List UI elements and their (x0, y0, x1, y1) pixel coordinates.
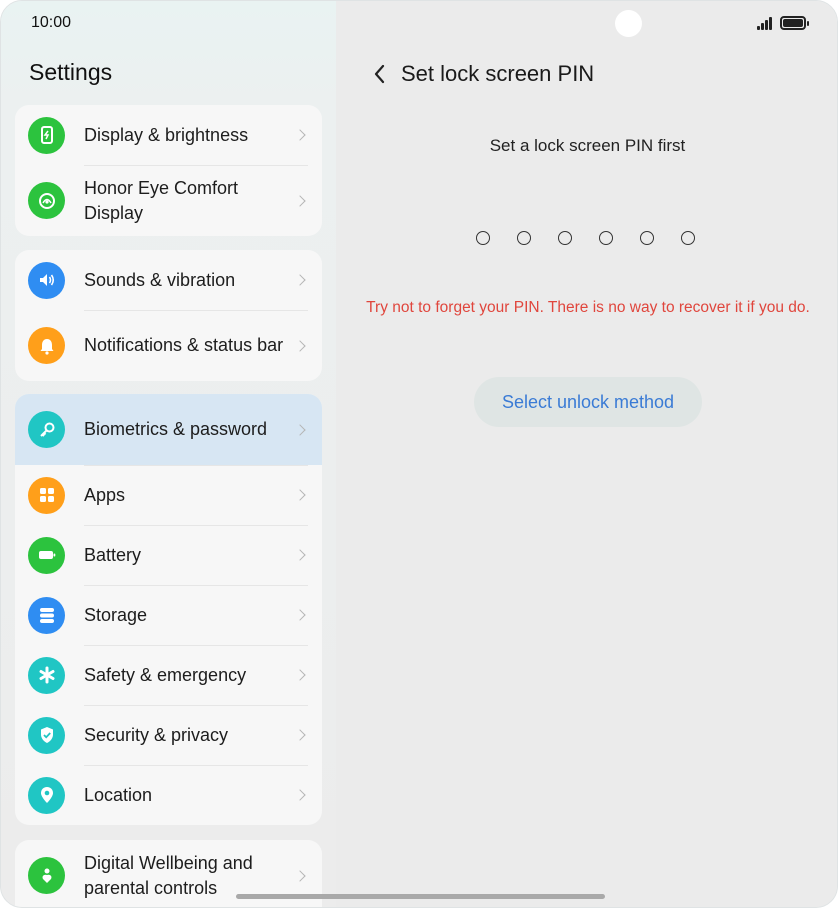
sidebar-item-notifications[interactable]: Notifications & status bar (15, 310, 322, 381)
sidebar-item-label: Honor Eye Comfort Display (84, 177, 239, 223)
wellbeing-icon (28, 857, 65, 894)
back-arrow-icon[interactable] (373, 64, 387, 84)
key-icon (28, 411, 65, 448)
sidebar-item-label: Sounds & vibration (84, 269, 236, 290)
select-unlock-method-button[interactable]: Select unlock method (474, 377, 702, 427)
storage-icon (28, 596, 65, 634)
sidebar-item-display-brightness[interactable]: Display & brightness (15, 105, 322, 165)
front-camera (615, 10, 642, 37)
bell-icon (28, 327, 65, 364)
pin-dot (476, 231, 490, 245)
home-indicator[interactable] (236, 894, 605, 899)
sidebar-item-label: Biometrics & password (84, 419, 268, 439)
battery-icon (28, 536, 65, 574)
sidebar-item-security-privacy[interactable]: Security & privacy (15, 705, 322, 765)
sidebar-item-battery[interactable]: Battery (15, 525, 322, 585)
page-title: Set lock screen PIN (401, 61, 595, 86)
sidebar-item-label: Safety & emergency (84, 664, 247, 685)
sidebar-item-apps[interactable]: Apps (15, 465, 322, 525)
pin-dot (681, 231, 695, 245)
sidebar-item-biometrics-password[interactable]: Biometrics & password (15, 394, 322, 465)
sidebar-item-label: Digital Wellbeing and parental controls (84, 852, 253, 898)
pin-instruction: Set a lock screen PIN first (489, 136, 686, 155)
apps-grid-icon (28, 476, 65, 514)
sidebar-item-sounds-vibration[interactable]: Sounds & vibration (15, 250, 322, 310)
sidebar-item-label: Display & brightness (84, 124, 249, 145)
signal-icon (757, 16, 775, 30)
pin-dot (517, 231, 531, 245)
sidebar-item-eye-comfort[interactable]: Honor Eye Comfort Display (15, 165, 322, 236)
sidebar-item-location[interactable]: Location (15, 765, 322, 825)
settings-sidebar: Settings Display & brightness Honor Eye … (1, 1, 336, 907)
sidebar-item-label: Apps (84, 484, 126, 505)
sidebar-item-label: Storage (84, 604, 148, 625)
battery-status-icon (780, 16, 809, 30)
settings-group-display: Display & brightness Honor Eye Comfort D… (15, 105, 322, 236)
sidebar-item-safety-emergency[interactable]: Safety & emergency (15, 645, 322, 705)
sidebar-item-label: Notifications & status bar (84, 335, 284, 355)
pin-warning: Try not to forget your PIN. There is no … (366, 299, 810, 316)
settings-group-system: Biometrics & password Apps Battery Stora… (15, 394, 322, 825)
display-brightness-icon (28, 116, 65, 154)
status-time: 10:00 (31, 14, 72, 31)
sidebar-item-storage[interactable]: Storage (15, 585, 322, 645)
shield-check-icon (28, 716, 65, 754)
pin-dot (599, 231, 613, 245)
pin-dot (558, 231, 572, 245)
asterisk-icon (28, 656, 65, 694)
sidebar-item-label: Security & privacy (84, 724, 229, 745)
settings-group-sound: Sounds & vibration Notifications & statu… (15, 250, 322, 381)
sidebar-item-label: Location (84, 784, 153, 805)
location-pin-icon (28, 776, 65, 814)
pin-dot (640, 231, 654, 245)
speaker-icon (28, 261, 65, 299)
eye-comfort-icon (28, 182, 65, 219)
pin-entry-dots (476, 231, 695, 245)
settings-title: Settings (29, 59, 113, 85)
sidebar-item-label: Battery (84, 544, 142, 565)
device-frame: Settings Display & brightness Honor Eye … (0, 0, 838, 908)
